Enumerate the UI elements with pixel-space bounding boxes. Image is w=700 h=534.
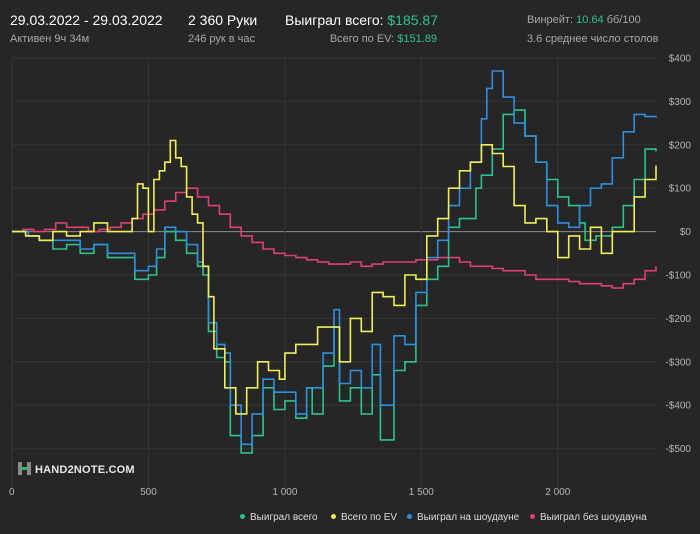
legend-item-non-showdown[interactable]: Выиграл без шоудауна [530,512,647,523]
y-axis-labels: $400 $300 $200 $100 $0 -$100 -$200 -$300 -$400 -$… [665,54,691,456]
x-tick-label: 1 500 [409,487,434,498]
y-tick-label: -$200 [665,314,691,325]
x-tick-label: 2 000 [545,487,570,498]
series-line-non-showdown [12,187,657,289]
hand2note-logo-mark [18,462,31,475]
legend-dot-won-total [240,513,245,519]
legend-item-won-total[interactable]: Выиграл всего [240,512,318,523]
series-lines [12,70,657,454]
legend-label-showdown: Выиграл на шоудауне [417,512,520,523]
y-tick-label: $400 [669,54,692,65]
x-axis-labels: 0 500 1 000 1 500 2 000 [9,487,571,498]
y-tick-label: $200 [669,140,692,151]
chart-legend: Выиграл всего Всего по EV Выиграл на шоу… [232,512,692,526]
y-tick-label: -$400 [665,401,691,412]
y-tick-label: -$300 [665,357,691,368]
x-tick-label: 0 [9,487,15,498]
hand2note-logo-text: HAND2NOTE.COM [35,464,135,476]
y-tick-label: $300 [669,97,692,108]
legend-dot-showdown [407,513,412,519]
legend-dot-ev [331,513,336,519]
legend-label-non-showdown: Выиграл без шоудауна [540,512,647,523]
legend-item-ev[interactable]: Всего по EV [331,512,397,523]
y-tick-label: $100 [669,184,692,195]
series-line-ev [12,139,657,415]
x-tick-label: 1 000 [272,487,297,498]
y-tick-label: $0 [680,227,692,238]
x-tick-label: 500 [140,487,157,498]
legend-label-ev: Всего по EV [341,512,398,523]
legend-label-won-total: Выиграл всего [250,512,318,523]
series-line-won-total [12,109,657,454]
hand2note-logo: HAND2NOTE.COM [18,462,135,476]
legend-item-showdown[interactable]: Выиграл на шоудауне [407,512,519,523]
profit-graph: $400 $300 $200 $100 $0 -$100 -$200 -$300 -$400 -$… [9,54,691,499]
legend-dot-non-showdown [530,513,535,519]
grid-lines [11,57,656,488]
y-tick-label: -$500 [665,444,691,455]
y-tick-label: -$100 [665,271,691,282]
